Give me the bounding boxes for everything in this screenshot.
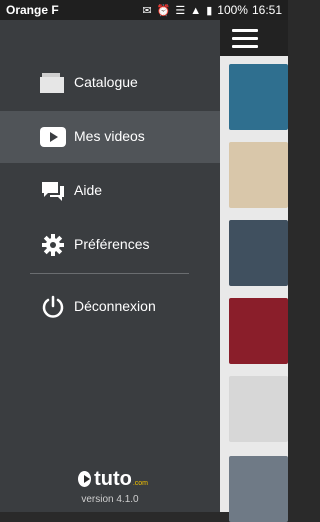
hamburger-menu-icon[interactable] <box>232 29 258 48</box>
video-thumbnail-2[interactable] <box>229 142 288 208</box>
video-thumbnail-1[interactable] <box>229 64 288 130</box>
chat-icon <box>40 179 66 203</box>
logo-suffix: .com <box>132 479 148 487</box>
tuto-logo: tuto .com <box>78 466 148 492</box>
carrier-name: Orange F <box>6 3 59 17</box>
menu-item-label: Mes videos <box>74 128 145 144</box>
notification-icons: ✉ ⏰ ☰ ▲ ▮ <box>142 4 214 17</box>
menu-divider <box>30 273 189 274</box>
menu-item-label: Aide <box>74 182 103 198</box>
menu-item-aide[interactable]: Aide <box>0 165 220 217</box>
video-thumbnail-4[interactable] <box>229 298 288 364</box>
app-bar <box>220 20 288 56</box>
power-icon <box>40 295 66 319</box>
status-icons: ✉ ⏰ ☰ ▲ ▮ 100% 16:51 <box>142 3 282 17</box>
video-thumbnail-3[interactable] <box>229 220 288 286</box>
status-bar: Orange F ✉ ⏰ ☰ ▲ ▮ 100% 16:51 <box>0 0 288 20</box>
gear-icon <box>40 233 66 257</box>
status-time: 16:51 <box>251 3 282 17</box>
menu-item-label: Catalogue <box>74 74 138 90</box>
app-version: version 4.1.0 <box>81 494 139 505</box>
navigation-drawer: Catalogue Mes videos Aide Préférences Dé… <box>0 20 220 512</box>
play-logo-icon <box>78 471 92 487</box>
video-thumbnail-6[interactable] <box>229 456 288 522</box>
menu-item-label: Préférences <box>74 236 150 252</box>
menu-item-label: Déconnexion <box>74 298 156 314</box>
menu-item-mes-videos[interactable]: Mes videos <box>0 111 220 163</box>
catalogue-icon <box>40 71 66 95</box>
menu-item-deconnexion[interactable]: Déconnexion <box>0 281 220 333</box>
menu-item-preferences[interactable]: Préférences <box>0 219 220 271</box>
video-thumbnail-5[interactable] <box>229 376 288 442</box>
battery-percent: 100% <box>217 3 248 17</box>
logo-text: tuto <box>94 467 132 490</box>
play-icon <box>40 125 66 149</box>
menu-item-catalogue[interactable]: Catalogue <box>0 57 220 109</box>
